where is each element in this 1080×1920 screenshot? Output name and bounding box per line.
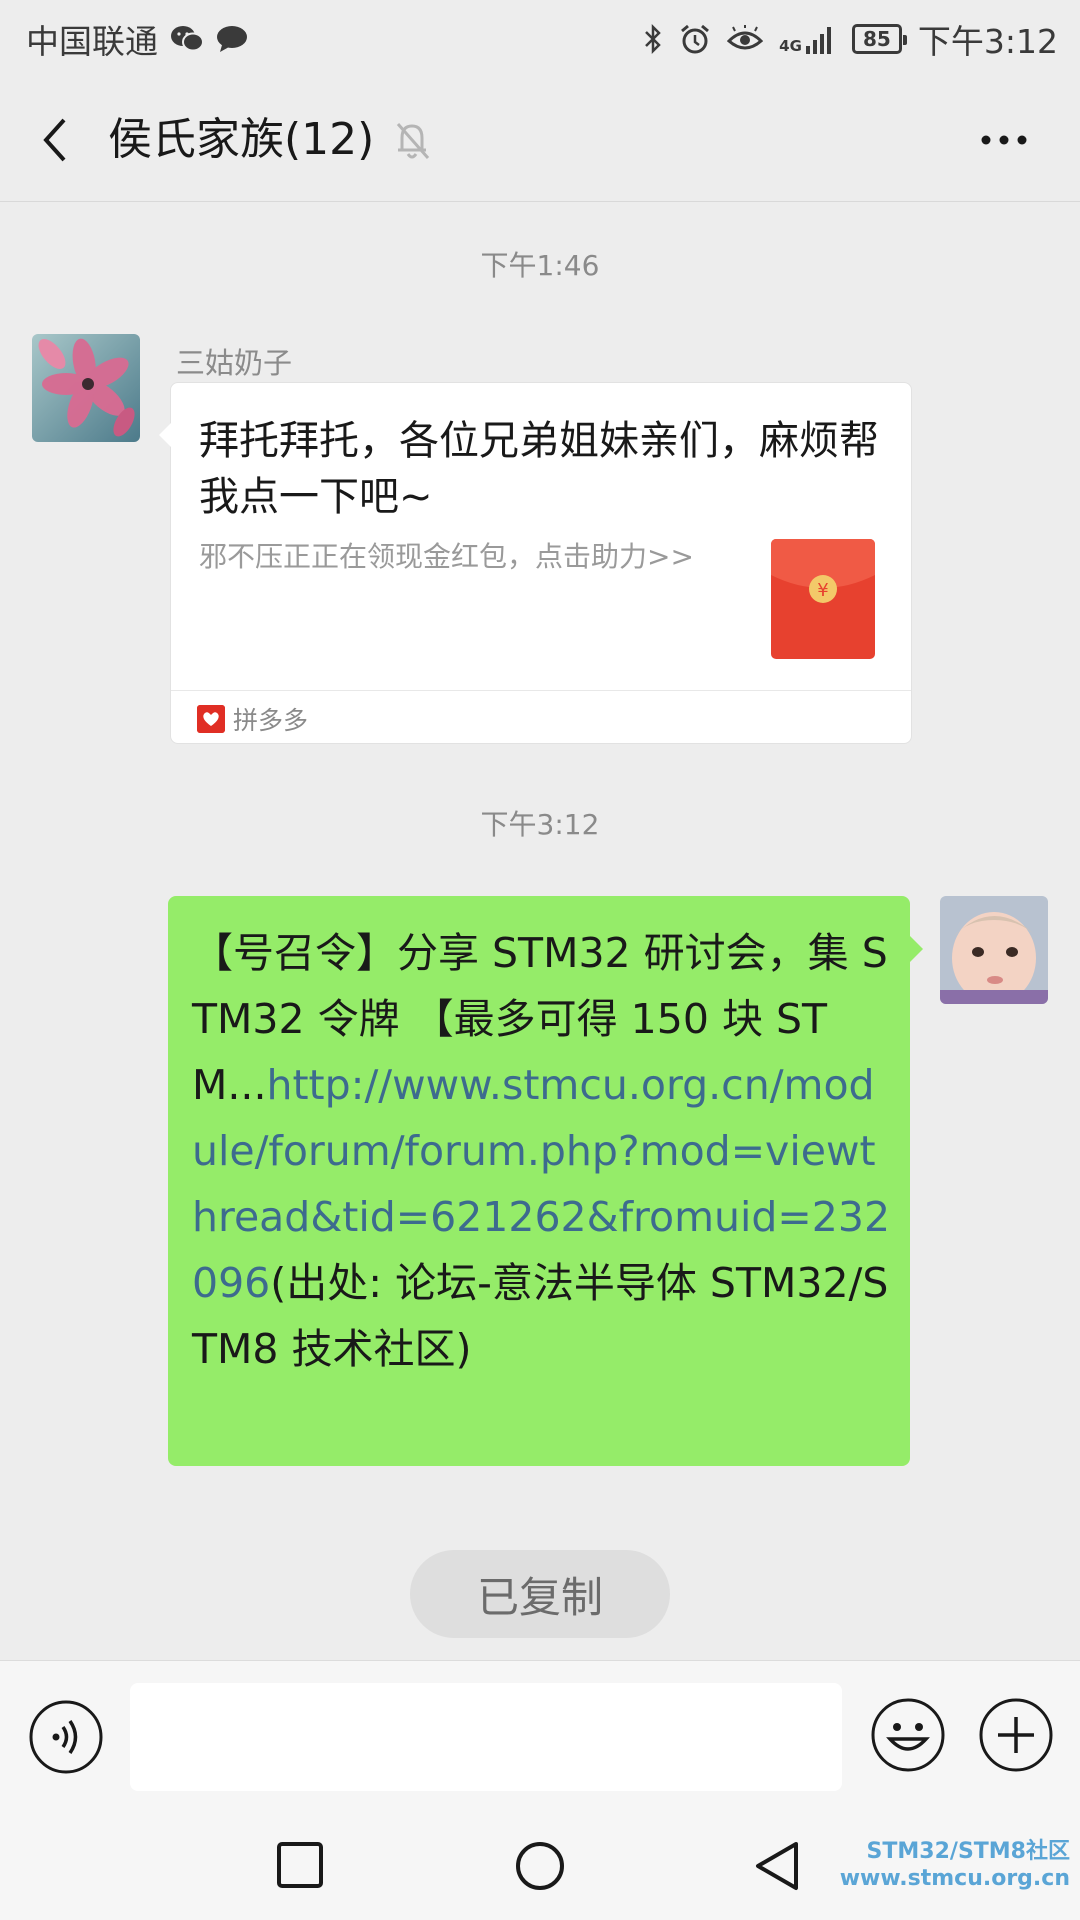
card-source-name: 拼多多 — [233, 706, 309, 735]
message-input-bar — [0, 1660, 1080, 1810]
status-left: 中国联通 — [26, 15, 248, 63]
message-icon — [217, 26, 247, 52]
add-more-icon[interactable] — [978, 1697, 1054, 1773]
battery-level: 85 — [862, 27, 891, 51]
pinduoduo-logo-icon — [197, 705, 225, 733]
red-packet-symbol: ¥ — [817, 580, 828, 601]
carrier-name: 中国联通 — [26, 22, 158, 61]
message-source: (出处: 论坛-意法半导体 STM32/STM8 技术社区) — [192, 1259, 889, 1373]
emoji-icon[interactable] — [870, 1697, 946, 1773]
battery-indicator: 85 — [851, 24, 907, 54]
my-avatar[interactable] — [940, 896, 1048, 1004]
alarm-icon — [681, 24, 710, 54]
message-text-input[interactable] — [130, 1683, 842, 1791]
back-arrow-icon[interactable] — [38, 114, 72, 166]
card-description: 邪不压正正在领现金红包，点击助力>> — [199, 540, 694, 573]
watermark: STM32/STM8社区 www.stmcu.org.cn — [840, 1838, 1070, 1892]
chat-title: 侯氏家族(12) — [108, 114, 375, 165]
more-options-icon[interactable] — [976, 120, 1036, 160]
voice-input-icon[interactable] — [28, 1699, 104, 1775]
message-timestamp: 下午3:12 — [480, 808, 600, 841]
nav-back-icon[interactable] — [752, 1840, 802, 1892]
sender-name: 三姑奶子 — [176, 346, 293, 380]
status-bar: 中国联通 4G 85 下午3:12 — [0, 0, 1080, 78]
watermark-line1: STM32/STM8社区 — [866, 1839, 1070, 1864]
eye-comfort-icon — [727, 25, 764, 50]
recent-apps-icon[interactable] — [275, 1840, 325, 1890]
wechat-chat-screen: 中国联通 4G 85 下午3:12 侯氏家族(12) 下午1:46 三姑奶子 拜… — [0, 0, 1080, 1920]
home-icon[interactable] — [514, 1840, 566, 1892]
card-source: 拼多多 — [197, 699, 308, 739]
signal-group: 4G — [779, 24, 836, 54]
message-timestamp: 下午1:46 — [480, 249, 600, 282]
card-title: 拜托拜托，各位兄弟姐妹亲们，麻烦帮我点一下吧~ — [199, 418, 879, 520]
copied-toast: 已复制 — [410, 1550, 670, 1638]
signal-icon — [805, 27, 831, 54]
network-type: 4G — [779, 37, 802, 55]
watermark-line2: www.stmcu.org.cn — [839, 1866, 1070, 1891]
sent-message-bubble[interactable]: 【号召令】分享 STM32 研讨会，集 STM32 令牌 【最多可得 150 块… — [168, 896, 923, 1466]
sender-avatar[interactable] — [32, 334, 140, 442]
share-link-card[interactable]: 拜托拜托，各位兄弟姐妹亲们，麻烦帮我点一下吧~ 邪不压正正在领现金红包，点击助力… — [159, 382, 912, 744]
mute-bell-icon — [396, 123, 430, 159]
status-right: 4G 85 下午3:12 — [643, 15, 1058, 63]
bluetooth-icon — [645, 23, 661, 55]
status-time: 下午3:12 — [917, 22, 1058, 61]
red-packet-thumbnail: ¥ — [771, 539, 875, 659]
wechat-icon — [171, 26, 204, 52]
chat-header: 侯氏家族(12) — [0, 78, 1080, 202]
card-divider — [171, 690, 911, 691]
